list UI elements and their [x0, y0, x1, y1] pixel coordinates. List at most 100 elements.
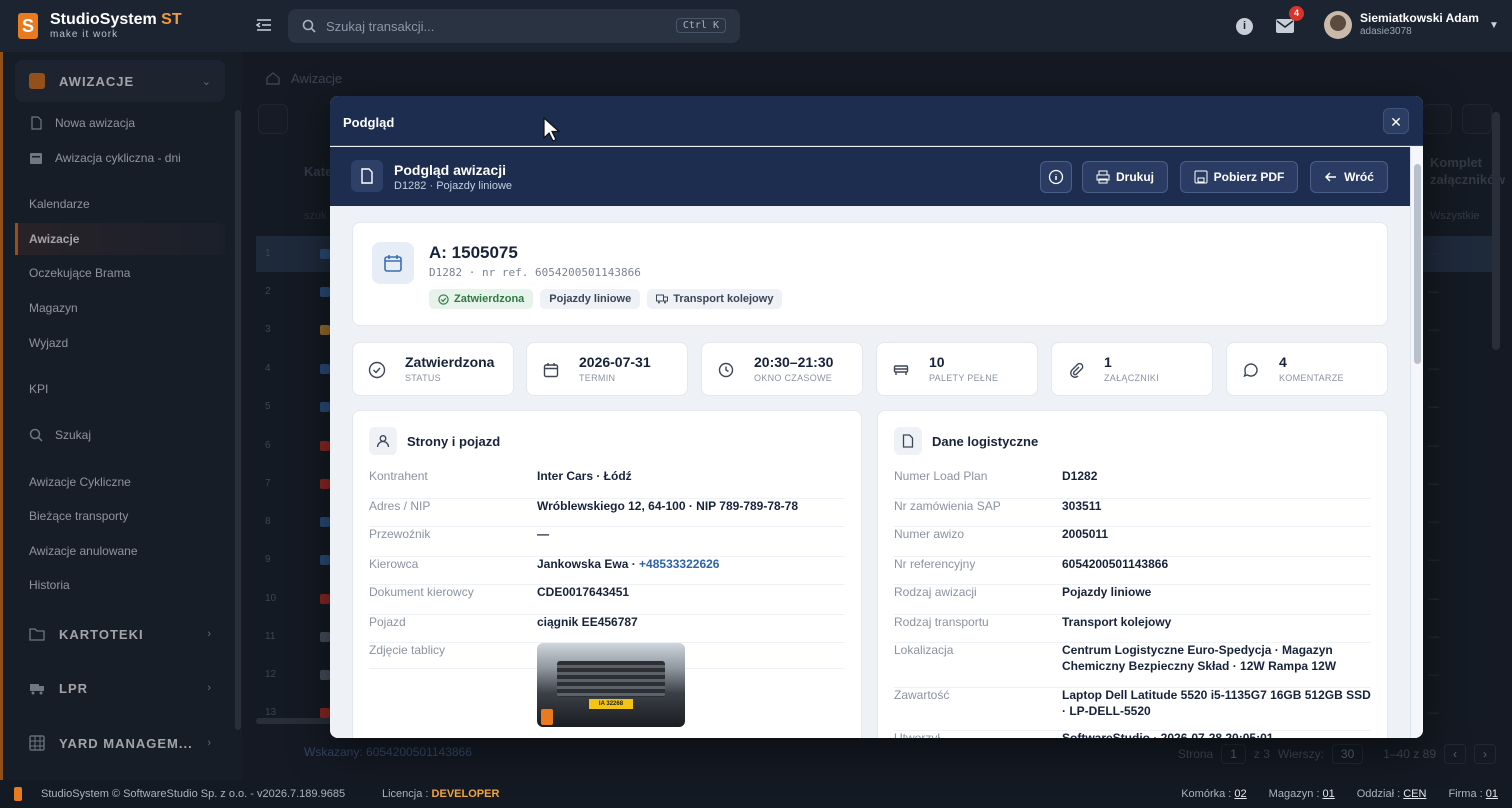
check-circle-icon — [438, 293, 449, 305]
info-icon — [1048, 169, 1064, 185]
company-info[interactable]: Firma : 01 — [1448, 788, 1498, 800]
user-name: Siemiatkowski Adam — [1360, 11, 1479, 26]
transport-badge-label: Transport kolejowy — [673, 293, 774, 305]
stat-value: 4 — [1279, 354, 1287, 370]
detail-value: Wróblewskiego 12, 64-100 · NIP 789-789-7… — [537, 499, 845, 515]
mail-icon[interactable] — [1276, 19, 1294, 33]
detail-value: 6054200501143866 — [1062, 557, 1371, 573]
detail-value-text: SoftwareStudio · 2026-07-28 20:05:01 — [1062, 731, 1274, 738]
detail-value: SoftwareStudio · 2026-07-28 20:05:01 — [1062, 731, 1371, 738]
detail-key: Numer awizo — [894, 527, 965, 541]
detail-value: ciągnik EE456787 — [537, 615, 845, 631]
paperclip-icon — [1066, 360, 1086, 380]
stat-value: 20:30–21:30 — [754, 354, 834, 370]
detail-row: Nr zamówienia SAP 303511 — [894, 499, 1371, 527]
detail-value-text: Wróblewskiego 12, 64-100 · NIP 789-789-7… — [537, 499, 799, 513]
branch-info[interactable]: Oddział : CEN — [1357, 788, 1427, 800]
detail-value-text: Transport kolejowy — [1062, 615, 1172, 629]
pdf-button-label: Pobierz PDF — [1213, 170, 1285, 184]
section-header: Strony i pojazd — [369, 427, 500, 455]
stat-status: Zatwierdzona STATUS — [352, 342, 514, 396]
back-button-label: Wróć — [1344, 170, 1374, 184]
close-icon[interactable]: ✕ — [1383, 108, 1409, 134]
status-bar: StudioSystem © SoftwareStudio Sp. z o.o.… — [0, 780, 1512, 808]
user-login: adasie3078 — [1360, 26, 1412, 38]
detail-row: Nr referencyjny 6054200501143866 — [894, 557, 1371, 585]
calendar-icon — [372, 242, 414, 284]
stat-pallets: 10 PALETY PEŁNE — [876, 342, 1038, 396]
app-logo[interactable]: S StudioSystem ST make it work — [18, 12, 182, 40]
search-shortcut: Ctrl K — [675, 18, 726, 33]
plate-number: IA 32268 — [589, 699, 633, 709]
section-title: Strony i pojazd — [407, 433, 501, 449]
menu-collapse-icon[interactable] — [256, 17, 272, 33]
logo-mark-icon — [14, 787, 22, 801]
detail-row: Dokument kierowcy CDE0017643451 — [369, 585, 845, 615]
branch-value: CEN — [1403, 788, 1427, 800]
detail-value-text: Centrum Logistyczne Euro-Spedycja · Maga… — [1062, 643, 1337, 673]
detail-value-text: 2005011 — [1062, 527, 1109, 541]
detail-value-text: Inter Cars · Łódź — [537, 469, 632, 483]
search-input[interactable]: Szukaj transakcji... — [326, 19, 434, 34]
detail-key: Rodzaj awizacji — [894, 585, 977, 599]
license-plate-photo[interactable]: IA 32268 — [537, 643, 685, 727]
comment-icon — [1241, 360, 1261, 380]
stat-time-window: 20:30–21:30 OKNO CZASOWE — [701, 342, 863, 396]
type-badge: Pojazdy liniowe — [540, 289, 641, 309]
stat-label: ZAŁĄCZNIKI — [1104, 373, 1160, 383]
copyright: StudioSystem © SoftwareStudio Sp. z o.o.… — [41, 788, 346, 800]
top-bar: S StudioSystem ST make it work Szukaj tr… — [0, 0, 1512, 52]
calendar-icon — [541, 360, 561, 380]
detail-value: 303511 — [1062, 499, 1371, 515]
avatar — [1324, 11, 1352, 39]
transport-badge: Transport kolejowy — [647, 289, 783, 309]
detail-key: Dokument kierowcy — [369, 585, 474, 599]
modal-scrollbar[interactable] — [1410, 147, 1423, 738]
advice-number: A: 1505075 — [429, 243, 518, 262]
detail-key: Utworzył — [894, 731, 941, 738]
detail-key: Adres / NIP — [369, 499, 431, 513]
driver-phone-link[interactable]: +48533322626 — [639, 557, 719, 571]
user-menu[interactable]: Siemiatkowski Adam adasie3078 ▼ — [1324, 11, 1499, 39]
detail-row: Pojazd ciągnik EE456787 — [369, 615, 845, 643]
detail-value-text: ciągnik EE456787 — [537, 615, 638, 629]
detail-value: — — [537, 527, 845, 543]
advice-reference: D1282 · nr ref. 6054200501143866 — [429, 266, 641, 279]
info-button[interactable] — [1040, 161, 1072, 193]
arrow-left-icon — [1325, 172, 1337, 182]
cell-value: 02 — [1234, 788, 1247, 800]
detail-key: Nr referencyjny — [894, 557, 976, 571]
app-tagline: make it work — [50, 29, 119, 40]
company-value: 01 — [1485, 788, 1498, 800]
warehouse-info[interactable]: Magazyn : 01 — [1269, 788, 1335, 800]
stat-label: STATUS — [405, 373, 441, 383]
detail-value-text: CDE0017643451 — [537, 585, 630, 599]
stat-value: 1 — [1104, 354, 1112, 370]
document-icon — [351, 160, 383, 192]
detail-row: Rodzaj awizacji Pojazdy liniowe — [894, 585, 1371, 615]
modal-title: Podgląd — [330, 96, 1423, 146]
back-button[interactable]: Wróć — [1310, 161, 1388, 193]
stat-label: OKNO CZASOWE — [754, 373, 833, 383]
detail-row: Utworzył SoftwareStudio · 2026-07-28 20:0… — [894, 731, 1371, 738]
download-pdf-button[interactable]: Pobierz PDF — [1180, 161, 1298, 193]
pallet-icon — [891, 360, 911, 380]
detail-key: Przewoźnik — [369, 527, 431, 541]
detail-value-text: Laptop Dell Latitude 5520 i5-1135G7 16GB… — [1062, 688, 1371, 718]
detail-row: Kontrahent Inter Cars · Łódź — [369, 469, 845, 499]
detail-row: Rodzaj transportu Transport kolejowy — [894, 615, 1371, 643]
detail-value-text: Jankowska Ewa · — [537, 557, 640, 571]
cell-info[interactable]: Komórka : 02 — [1181, 788, 1246, 800]
detail-value: 2005011 — [1062, 527, 1371, 543]
info-icon[interactable]: i — [1236, 18, 1253, 35]
detail-row: Lokalizacja Centrum Logistyczne Euro-Sped… — [894, 643, 1371, 688]
detail-value: Jankowska Ewa · +48533322626 — [537, 557, 845, 573]
logo-mark-icon — [541, 709, 553, 725]
detail-value: Inter Cars · Łódź — [537, 469, 845, 485]
detail-key: Zawartość — [894, 688, 950, 702]
search-bar[interactable]: Szukaj transakcji... Ctrl K — [288, 9, 740, 43]
print-button[interactable]: Drukuj — [1082, 161, 1168, 193]
stat-value: 10 — [929, 354, 945, 370]
logo-mark-icon: S — [18, 13, 38, 39]
check-circle-icon — [367, 360, 387, 380]
